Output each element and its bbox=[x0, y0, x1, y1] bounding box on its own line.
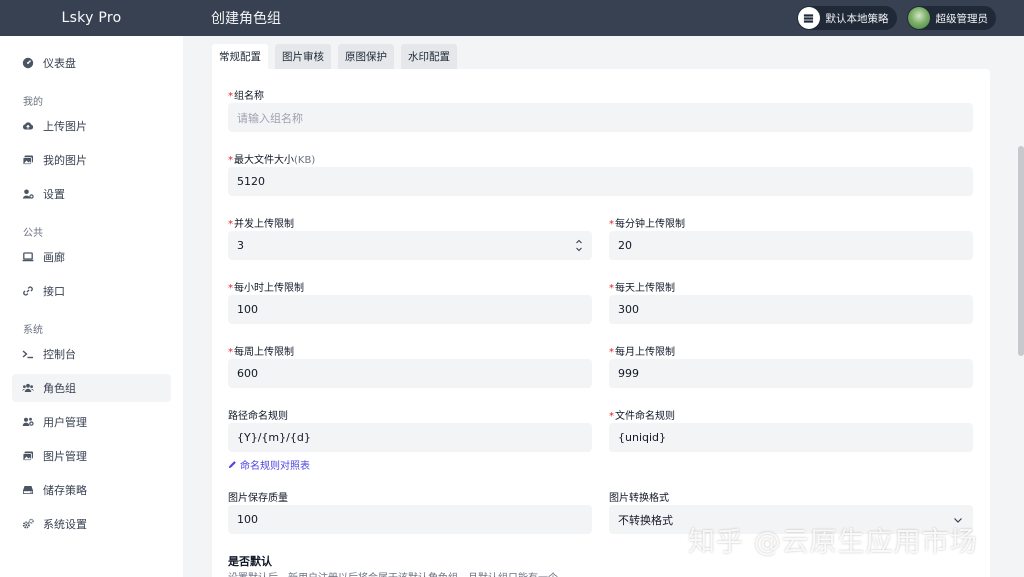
tab-watermark[interactable]: 水印配置 bbox=[401, 44, 457, 69]
sidebar-item-api[interactable]: 接口 bbox=[12, 277, 171, 305]
tab-image-review[interactable]: 图片审核 bbox=[275, 44, 331, 69]
file-rule-label: *文件命名规则 bbox=[609, 411, 675, 422]
file-rule-input[interactable]: {uniqid} bbox=[609, 423, 973, 452]
scrollbar[interactable] bbox=[1018, 146, 1024, 356]
sidebar-item-settings[interactable]: 设置 bbox=[12, 180, 171, 208]
sidebar-section-system: 系统 bbox=[23, 325, 43, 336]
gauge-icon bbox=[22, 57, 34, 69]
main-content: 常规配置 图片审核 原图保护 水印配置 *组名称 请输入组名称 *最大文件大小(… bbox=[183, 36, 1024, 577]
strategy-label: 默认本地策略 bbox=[825, 12, 889, 25]
sidebar-item-storage[interactable]: 储存策略 bbox=[12, 476, 171, 504]
max-file-size-input[interactable]: 5120 bbox=[228, 167, 973, 196]
hdd-icon bbox=[23, 486, 33, 494]
number-spinner-icon[interactable] bbox=[575, 238, 583, 253]
form-card: *组名称 请输入组名称 *最大文件大小(KB) 5120 *并发上传限制 3 *… bbox=[212, 69, 990, 577]
top-bar: Lsky Pro 创建角色组 默认本地策略 超级管理员 bbox=[0, 0, 1024, 36]
tab-general[interactable]: 常规配置 bbox=[212, 44, 268, 69]
per-minute-limit-input[interactable]: 20 bbox=[609, 231, 973, 260]
app-brand[interactable]: Lsky Pro bbox=[0, 0, 183, 36]
cloud-upload-icon bbox=[22, 122, 34, 130]
concurrent-limit-input[interactable]: 3 bbox=[228, 231, 592, 260]
per-week-limit-input[interactable]: 600 bbox=[228, 359, 592, 388]
pencil-icon bbox=[228, 461, 236, 469]
naming-rules-link[interactable]: 命名规则对照表 bbox=[228, 457, 310, 472]
max-file-size-label: *最大文件大小(KB) bbox=[228, 155, 316, 166]
cogs-icon bbox=[22, 518, 34, 529]
images-icon bbox=[22, 451, 33, 461]
avatar bbox=[907, 7, 930, 29]
per-month-limit-label: *每月上传限制 bbox=[609, 347, 675, 358]
sidebar-item-images[interactable]: 图片管理 bbox=[12, 442, 171, 470]
sidebar-item-dashboard[interactable]: 仪表盘 bbox=[12, 49, 171, 77]
sidebar-item-my-images[interactable]: 我的图片 bbox=[12, 146, 171, 174]
page-title: 创建角色组 bbox=[211, 11, 281, 27]
tab-bar: 常规配置 图片审核 原图保护 水印配置 bbox=[212, 44, 457, 69]
sidebar-section-mine: 我的 bbox=[23, 97, 43, 108]
is-default-title: 是否默认 bbox=[228, 555, 272, 568]
quality-label: 图片保存质量 bbox=[228, 493, 288, 504]
per-hour-limit-label: *每小时上传限制 bbox=[228, 283, 304, 294]
images-icon bbox=[22, 155, 33, 165]
per-day-limit-input[interactable]: 300 bbox=[609, 295, 973, 324]
user-cog-icon bbox=[22, 189, 34, 199]
concurrent-limit-label: *并发上传限制 bbox=[228, 219, 294, 230]
link-icon bbox=[23, 286, 33, 296]
quality-input[interactable]: 100 bbox=[228, 505, 592, 534]
per-day-limit-label: *每天上传限制 bbox=[609, 283, 675, 294]
watermark-text: 知乎 @云原生应用市场 bbox=[688, 527, 978, 558]
terminal-icon bbox=[22, 350, 33, 359]
user-menu-button[interactable]: 超级管理员 bbox=[906, 6, 996, 30]
users-cog-icon bbox=[22, 417, 34, 426]
sidebar-section-public: 公共 bbox=[23, 228, 43, 239]
tab-original-protection[interactable]: 原图保护 bbox=[338, 44, 394, 69]
per-month-limit-input[interactable]: 999 bbox=[609, 359, 973, 388]
server-icon bbox=[797, 7, 820, 29]
laptop-icon bbox=[22, 252, 34, 262]
strategy-selector-button[interactable]: 默认本地策略 bbox=[796, 6, 897, 30]
group-name-label: *组名称 bbox=[228, 91, 264, 102]
path-rule-label: 路径命名规则 bbox=[228, 411, 288, 422]
sidebar-item-gallery[interactable]: 画廊 bbox=[12, 243, 171, 271]
sidebar: 仪表盘 我的 上传图片 我的图片 设置 公共 画廊 接口 系统 控制台 角色组 … bbox=[0, 36, 183, 577]
sidebar-item-users[interactable]: 用户管理 bbox=[12, 408, 171, 436]
sidebar-item-console[interactable]: 控制台 bbox=[12, 340, 171, 368]
sidebar-item-roles[interactable]: 角色组 bbox=[12, 374, 171, 402]
sidebar-item-system-settings[interactable]: 系统设置 bbox=[12, 510, 171, 538]
convert-format-label: 图片转换格式 bbox=[609, 493, 669, 504]
sidebar-item-upload[interactable]: 上传图片 bbox=[12, 112, 171, 140]
per-hour-limit-input[interactable]: 100 bbox=[228, 295, 592, 324]
group-name-input[interactable]: 请输入组名称 bbox=[228, 103, 973, 132]
per-minute-limit-label: *每分钟上传限制 bbox=[609, 219, 685, 230]
is-default-desc: 设置默认后，新用户注册以后将会属于该默认角色组，且默认组只能有一个。 bbox=[228, 569, 568, 577]
users-icon bbox=[22, 383, 34, 392]
per-week-limit-label: *每周上传限制 bbox=[228, 347, 294, 358]
path-rule-input[interactable]: {Y}/{m}/{d} bbox=[228, 423, 592, 452]
user-name: 超级管理员 bbox=[935, 12, 989, 25]
